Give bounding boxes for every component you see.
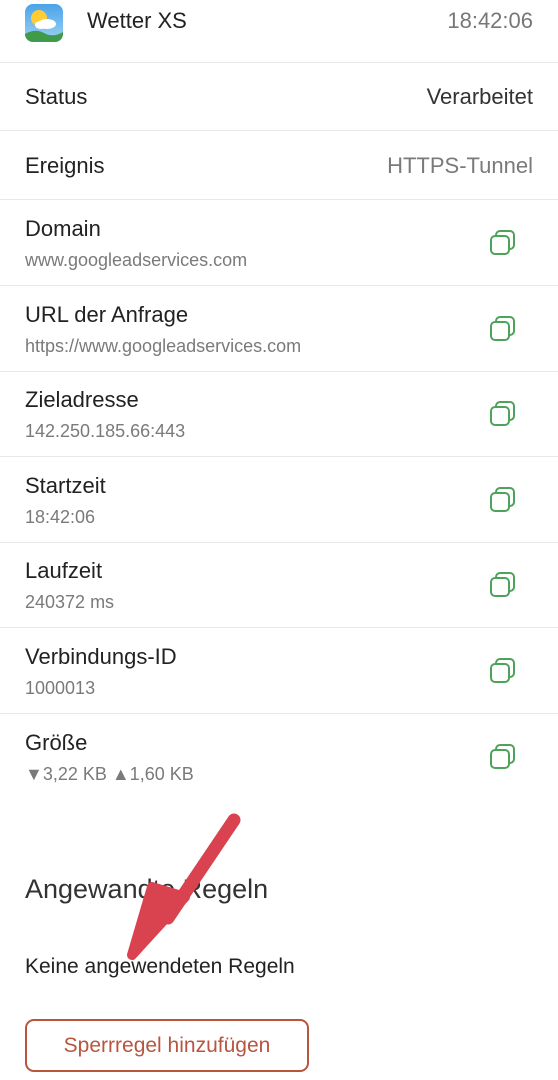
- app-header: Wetter XS 18:42:06: [0, 0, 558, 63]
- detail-value: 18:42:06: [25, 506, 96, 527]
- copy-icon[interactable]: [488, 399, 518, 429]
- event-label: Ereignis: [25, 153, 105, 178]
- detail-label: Laufzeit: [25, 558, 103, 584]
- event-value: HTTPS-Tunnel: [387, 153, 533, 178]
- detail-value: 142.250.185.66:443: [25, 421, 186, 442]
- app-name: Wetter XS: [87, 8, 187, 33]
- detail-label: Zieladresse: [25, 387, 139, 413]
- detail-row: Startzeit 18:42:06: [0, 457, 558, 543]
- copy-icon[interactable]: [488, 228, 518, 258]
- detail-value: 1000013: [25, 678, 96, 698]
- detail-label: Verbindungs-ID: [25, 644, 177, 669]
- detail-value: https://www.googleadservices.com: [25, 335, 302, 356]
- detail-row: URL der Anfrage https://www.googleadservi…: [0, 286, 558, 372]
- detail-row: Domain www.googleadservices.com: [0, 200, 558, 286]
- status-value: Verarbeitet: [426, 84, 533, 109]
- detail-label: Größe: [25, 729, 88, 755]
- no-rules-text: Keine angewendeten Regeln: [25, 955, 295, 978]
- weather-app-icon: [25, 4, 63, 42]
- detail-label: Startzeit: [25, 472, 106, 498]
- detail-label: URL der Anfrage: [25, 301, 189, 327]
- status-label: Status: [25, 84, 88, 109]
- applied-rules-title: Angewandte Regeln: [25, 874, 269, 904]
- copy-icon[interactable]: [488, 485, 518, 515]
- copy-icon[interactable]: [488, 570, 518, 600]
- add-block-rule-button[interactable]: Sperrregel hinzufügen: [25, 1019, 309, 1072]
- event-row: Ereignis HTTPS-Tunnel: [0, 131, 558, 200]
- detail-row: Zieladresse 142.250.185.66:443: [0, 371, 558, 458]
- detail-value: www.googleadservices.com: [25, 250, 248, 270]
- detail-value: ▼3,22 KB ▲1,60 KB: [25, 763, 194, 784]
- request-time: 18:42:06: [447, 8, 533, 33]
- copy-icon[interactable]: [488, 314, 518, 344]
- detail-row: Verbindungs-ID 1000013: [0, 628, 558, 714]
- copy-icon[interactable]: [488, 742, 518, 772]
- detail-label: Domain: [25, 216, 101, 241]
- status-row: Status Verarbeitet: [0, 62, 558, 131]
- detail-value: 240372 ms: [25, 592, 115, 613]
- copy-icon[interactable]: [488, 656, 518, 686]
- detail-row: Größe ▼3,22 KB ▲1,60 KB: [0, 714, 558, 800]
- detail-row: Laufzeit 240372 ms: [0, 542, 558, 629]
